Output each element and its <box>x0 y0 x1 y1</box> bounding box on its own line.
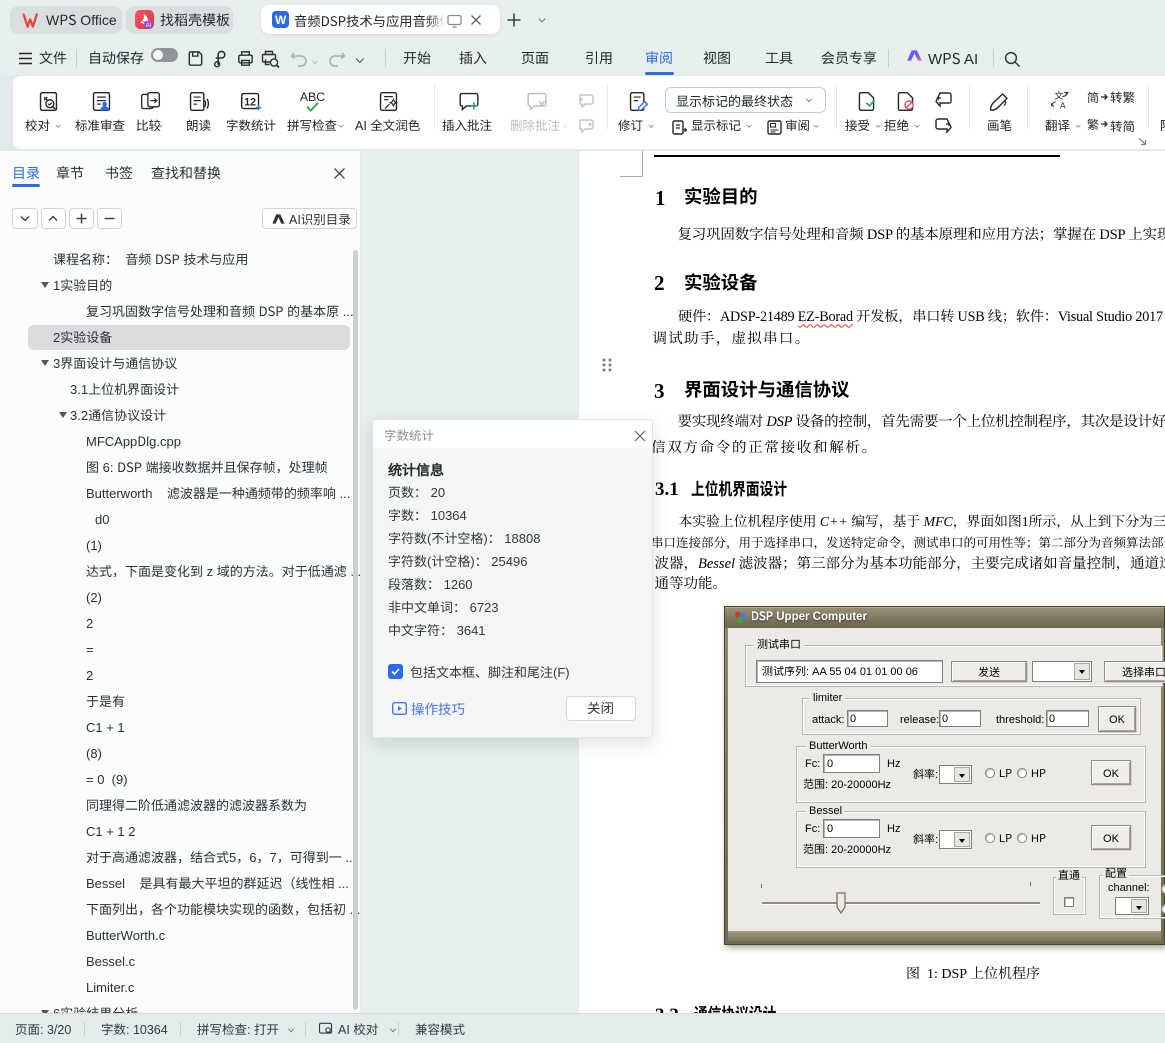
svg-text:ABC: ABC <box>300 90 325 104</box>
svg-text:12: 12 <box>244 96 256 108</box>
svg-text:AI: AI <box>146 23 152 29</box>
svg-text:简: 简 <box>1087 89 1099 106</box>
svg-text:A: A <box>1060 100 1066 110</box>
svg-text:繁: 繁 <box>1087 116 1099 133</box>
